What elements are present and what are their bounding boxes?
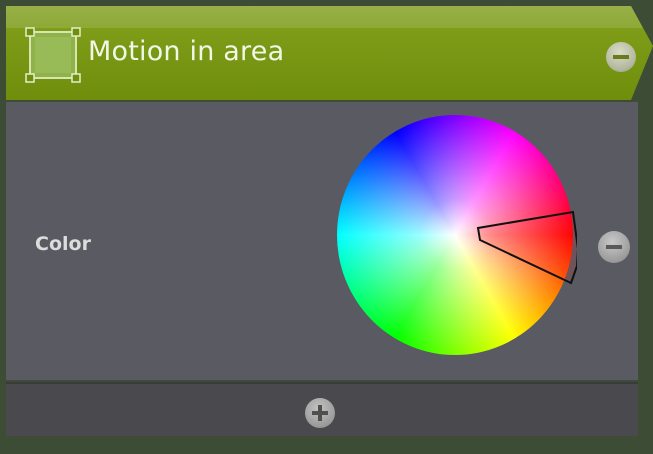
add-parameter-button[interactable] — [305, 398, 335, 428]
block-title: Motion in area — [88, 36, 285, 67]
selected-hue-sector[interactable] — [337, 115, 577, 355]
area-selection-icon — [25, 27, 81, 83]
remove-block-button[interactable] — [606, 42, 636, 72]
remove-color-button[interactable] — [598, 231, 630, 263]
block-body: Color — [6, 102, 638, 380]
motion-block: Motion in area Color — [6, 6, 653, 436]
block-header[interactable]: Motion in area — [6, 6, 653, 102]
block-frame: Motion in area Color — [0, 0, 653, 454]
color-label: Color — [35, 233, 91, 255]
block-footer — [6, 382, 638, 436]
